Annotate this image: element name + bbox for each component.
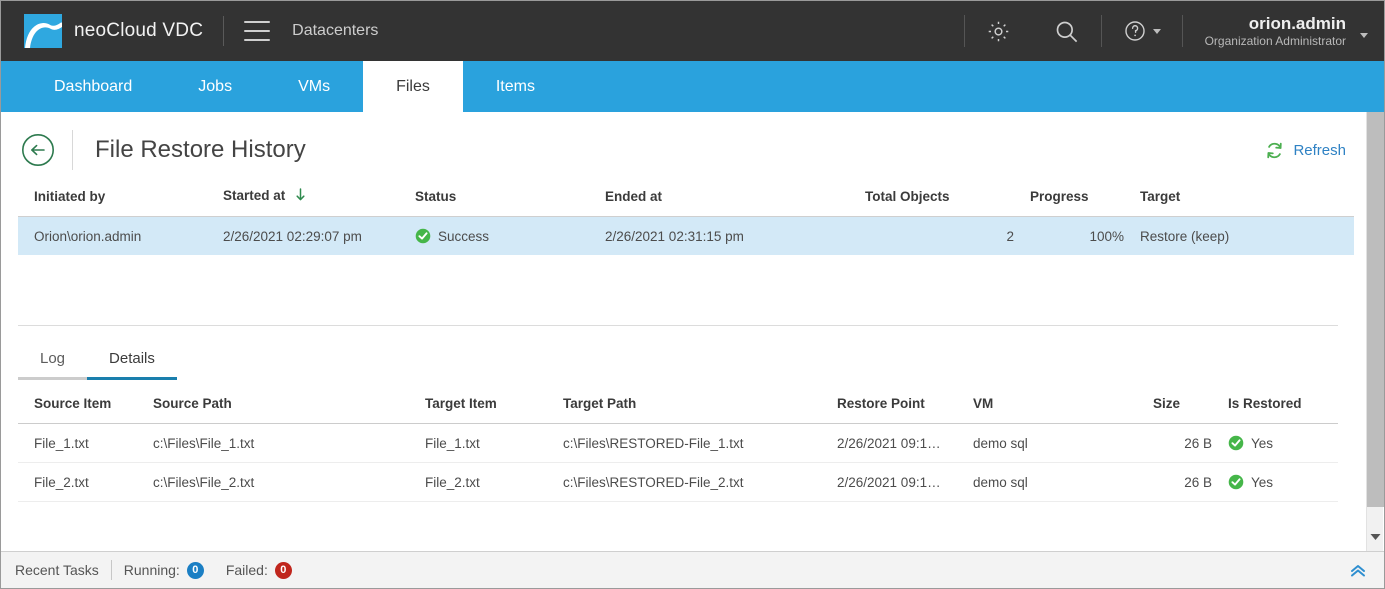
column-header-initiated-by[interactable]: Initiated by: [18, 188, 223, 217]
cell-is-restored: Yes: [1228, 424, 1338, 463]
column-header-total-objects[interactable]: Total Objects: [865, 188, 1030, 217]
success-check-icon: [1228, 435, 1244, 451]
column-header-target-path[interactable]: Target Path: [563, 396, 837, 424]
scroll-down-arrow-icon[interactable]: [1367, 528, 1384, 546]
table-header-row: Source Item Source Path Target Item Targ…: [18, 396, 1338, 424]
is-restored-label: Yes: [1251, 474, 1274, 490]
gear-icon[interactable]: [965, 1, 1032, 61]
failed-count-badge: 0: [274, 561, 292, 579]
subtab-log[interactable]: Log: [18, 346, 88, 380]
success-check-icon: [415, 228, 431, 244]
restore-details-table: Source Item Source Path Target Item Targ…: [18, 396, 1338, 502]
cell-initiated-by: Orion\orion.admin: [18, 216, 223, 255]
cell-target: Restore (keep): [1140, 216, 1354, 255]
table-row[interactable]: File_1.txt c:\Files\File_1.txt File_1.tx…: [18, 424, 1338, 463]
running-tasks-status: Running: 0: [123, 561, 204, 579]
topbar-divider: [223, 16, 225, 46]
running-label: Running:: [123, 562, 180, 578]
user-role: Organization Administrator: [1204, 34, 1346, 49]
search-icon[interactable]: [1032, 1, 1101, 61]
column-header-is-restored[interactable]: Is Restored: [1228, 396, 1338, 424]
cell-source-path: c:\Files\File_2.txt: [153, 474, 255, 490]
double-chevron-up-icon[interactable]: [1348, 563, 1368, 578]
column-header-started-at[interactable]: Started at: [223, 188, 415, 217]
refresh-button[interactable]: Refresh: [1265, 141, 1346, 160]
application-window: neoCloud VDC Datacenters orion.admin Org…: [0, 0, 1385, 589]
cell-restore-point: 2/26/2021 09:1…: [837, 435, 941, 451]
running-count-badge: 0: [186, 561, 204, 579]
column-header-size[interactable]: Size: [1153, 396, 1228, 424]
tab-files[interactable]: Files: [363, 61, 463, 112]
brand-name: neoCloud VDC: [74, 20, 204, 41]
section-divider: [18, 325, 1338, 326]
page-title: File Restore History: [95, 136, 306, 163]
column-header-progress[interactable]: Progress: [1030, 188, 1140, 217]
tab-vms[interactable]: VMs: [265, 61, 363, 112]
refresh-icon: [1265, 141, 1284, 160]
cell-target-path: c:\Files\RESTORED-File_2.txt: [563, 474, 744, 490]
cell-total-objects: 2: [865, 216, 1030, 255]
subtab-details[interactable]: Details: [87, 346, 177, 380]
cell-ended-at: 2/26/2021 02:31:15 pm: [605, 216, 865, 255]
main-nav-tabs: Dashboard Jobs VMs Files Items: [1, 61, 1384, 112]
back-arrow-circle-icon[interactable]: [21, 133, 55, 167]
cell-source-item: File_1.txt: [34, 435, 89, 451]
cell-target-item: File_2.txt: [425, 474, 480, 490]
statusbar-divider: [110, 560, 112, 580]
chevron-down-icon: [1360, 32, 1368, 38]
help-circle-icon: [1123, 19, 1147, 43]
status-label: Success: [438, 228, 490, 244]
status-bar: Recent Tasks Running: 0 Failed: 0: [1, 551, 1384, 588]
sort-down-arrow-icon: [295, 188, 306, 204]
cell-source-item: File_2.txt: [34, 474, 89, 490]
help-menu[interactable]: [1102, 1, 1182, 61]
column-header-source-path[interactable]: Source Path: [153, 396, 425, 424]
refresh-label: Refresh: [1293, 141, 1346, 159]
cell-status: Success: [415, 216, 605, 255]
column-header-restore-point[interactable]: Restore Point: [837, 396, 973, 424]
cell-restore-point: 2/26/2021 09:1…: [837, 474, 941, 490]
header-divider: [72, 130, 73, 170]
column-header-source-item[interactable]: Source Item: [18, 396, 153, 424]
top-bar: neoCloud VDC Datacenters orion.admin Org…: [1, 1, 1384, 61]
tab-dashboard[interactable]: Dashboard: [21, 61, 165, 112]
column-header-ended-at[interactable]: Ended at: [605, 188, 865, 217]
scrollbar-thumb[interactable]: [1367, 112, 1384, 507]
topbar-actions: orion.admin Organization Administrator: [963, 1, 1384, 61]
page-header: File Restore History Refresh: [1, 112, 1384, 188]
column-header-status[interactable]: Status: [415, 188, 605, 217]
table-row[interactable]: File_2.txt c:\Files\File_2.txt File_2.tx…: [18, 463, 1338, 502]
vertical-scrollbar[interactable]: [1366, 112, 1384, 552]
failed-label: Failed:: [225, 562, 268, 578]
context-label[interactable]: Datacenters: [292, 22, 378, 40]
cell-size: 26 B: [1184, 474, 1212, 490]
cell-vm: demo sql: [973, 435, 1028, 451]
column-header-vm[interactable]: VM: [973, 396, 1153, 424]
user-name: orion.admin: [1248, 13, 1346, 33]
cell-target-path: c:\Files\RESTORED-File_1.txt: [563, 435, 744, 451]
cell-started-at: 2/26/2021 02:29:07 pm: [223, 216, 415, 255]
cell-vm: demo sql: [973, 474, 1028, 490]
is-restored-label: Yes: [1251, 435, 1274, 451]
table-row[interactable]: Orion\orion.admin 2/26/2021 02:29:07 pm …: [18, 216, 1354, 255]
success-check-icon: [1228, 474, 1244, 490]
detail-subtabs: Log Details: [18, 346, 177, 380]
cell-is-restored: Yes: [1228, 463, 1338, 502]
cell-progress: 100%: [1030, 216, 1140, 255]
table-header-row: Initiated by Started at Status Ended at …: [18, 188, 1354, 217]
cloud-swoosh-logo[interactable]: [24, 14, 62, 48]
cell-size: 26 B: [1184, 435, 1212, 451]
hamburger-menu-icon[interactable]: [244, 21, 271, 41]
cell-source-path: c:\Files\File_1.txt: [153, 435, 255, 451]
cell-target-item: File_1.txt: [425, 435, 480, 451]
user-menu[interactable]: orion.admin Organization Administrator: [1183, 1, 1384, 61]
tab-items[interactable]: Items: [463, 61, 568, 112]
failed-tasks-status: Failed: 0: [225, 561, 292, 579]
restore-history-table: Initiated by Started at Status Ended at …: [18, 188, 1354, 255]
recent-tasks-label[interactable]: Recent Tasks: [15, 562, 99, 578]
tab-jobs[interactable]: Jobs: [165, 61, 265, 112]
chevron-down-icon: [1152, 28, 1161, 34]
column-header-target-item[interactable]: Target Item: [425, 396, 563, 424]
column-header-target[interactable]: Target: [1140, 188, 1354, 217]
